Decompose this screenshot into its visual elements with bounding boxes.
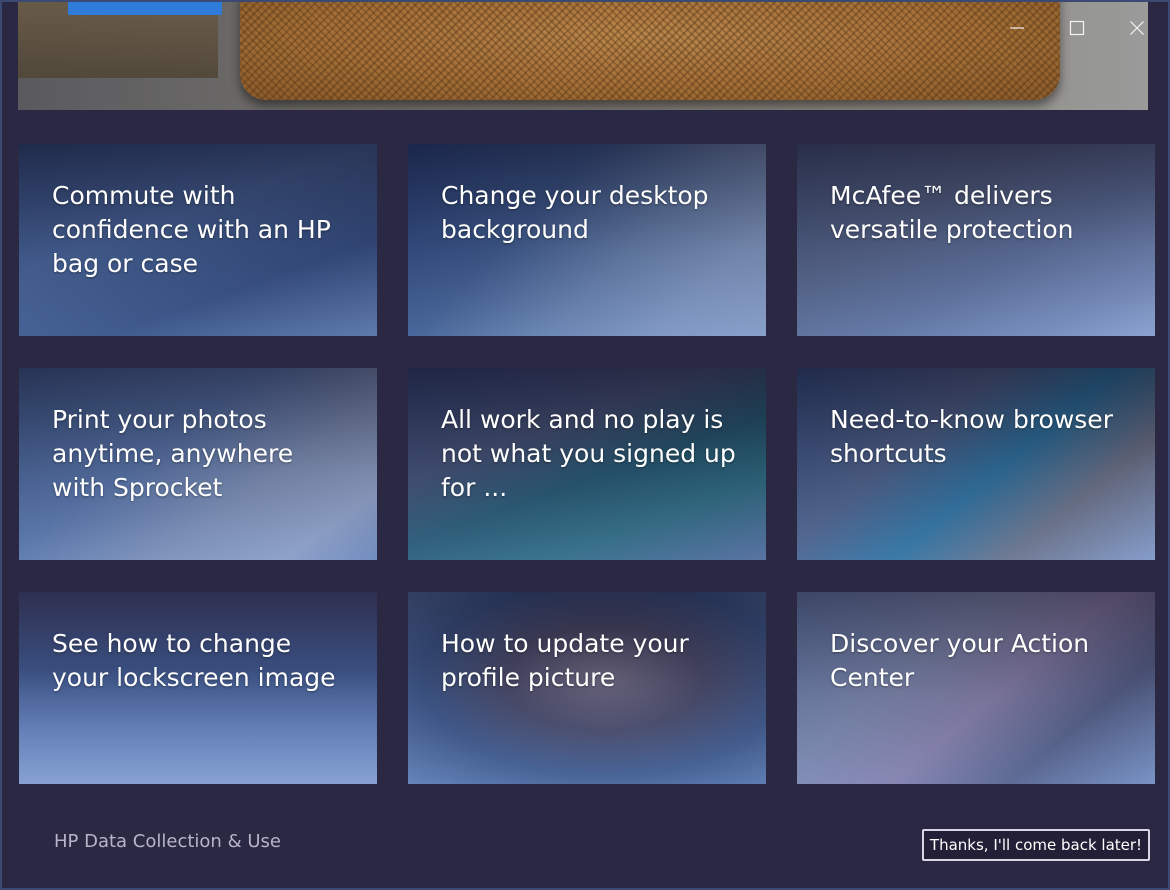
hero-accent-bar — [68, 2, 222, 15]
hero-doormat-image — [240, 2, 1060, 100]
tile-action-center[interactable]: Discover your Action Center — [797, 592, 1155, 784]
minimize-icon — [1010, 27, 1024, 29]
window-controls — [994, 10, 1160, 46]
tile-sprocket[interactable]: Print your photos anytime, anywhere with… — [19, 368, 377, 560]
hp-data-collection-link[interactable]: HP Data Collection & Use — [54, 831, 281, 852]
maximize-button[interactable] — [1054, 10, 1100, 46]
tile-title: Need-to-know browser shortcuts — [830, 405, 1113, 468]
tile-title: Change your desktop background — [441, 181, 709, 244]
tile-title: McAfee™ delivers versatile protection — [830, 181, 1074, 244]
tile-hp-bag[interactable]: Commute with confidence with an HP bag o… — [19, 144, 377, 336]
close-icon — [1130, 21, 1144, 35]
tile-title: Print your photos anytime, anywhere with… — [52, 405, 294, 502]
tile-desktop-background[interactable]: Change your desktop background — [408, 144, 766, 336]
app-window: Commute with confidence with an HP bag o… — [0, 0, 1170, 890]
hero-banner — [18, 2, 1148, 110]
tile-games[interactable]: All work and no play is not what you sig… — [408, 368, 766, 560]
tile-title: Commute with confidence with an HP bag o… — [52, 181, 331, 278]
tile-lockscreen[interactable]: See how to change your lockscreen image — [19, 592, 377, 784]
close-button[interactable] — [1114, 10, 1160, 46]
maximize-icon — [1069, 20, 1085, 36]
tile-title: See how to change your lockscreen image — [52, 629, 336, 692]
tips-grid: Commute with confidence with an HP bag o… — [19, 144, 1155, 784]
come-back-later-button[interactable]: Thanks, I'll come back later! — [922, 829, 1150, 861]
tile-mcafee[interactable]: McAfee™ delivers versatile protection — [797, 144, 1155, 336]
tile-title: All work and no play is not what you sig… — [441, 405, 736, 502]
minimize-button[interactable] — [994, 10, 1040, 46]
tile-title: Discover your Action Center — [830, 629, 1090, 692]
tile-browser-shortcuts[interactable]: Need-to-know browser shortcuts — [797, 368, 1155, 560]
tile-profile-picture[interactable]: How to update your profile picture — [408, 592, 766, 784]
tile-title: How to update your profile picture — [441, 629, 689, 692]
